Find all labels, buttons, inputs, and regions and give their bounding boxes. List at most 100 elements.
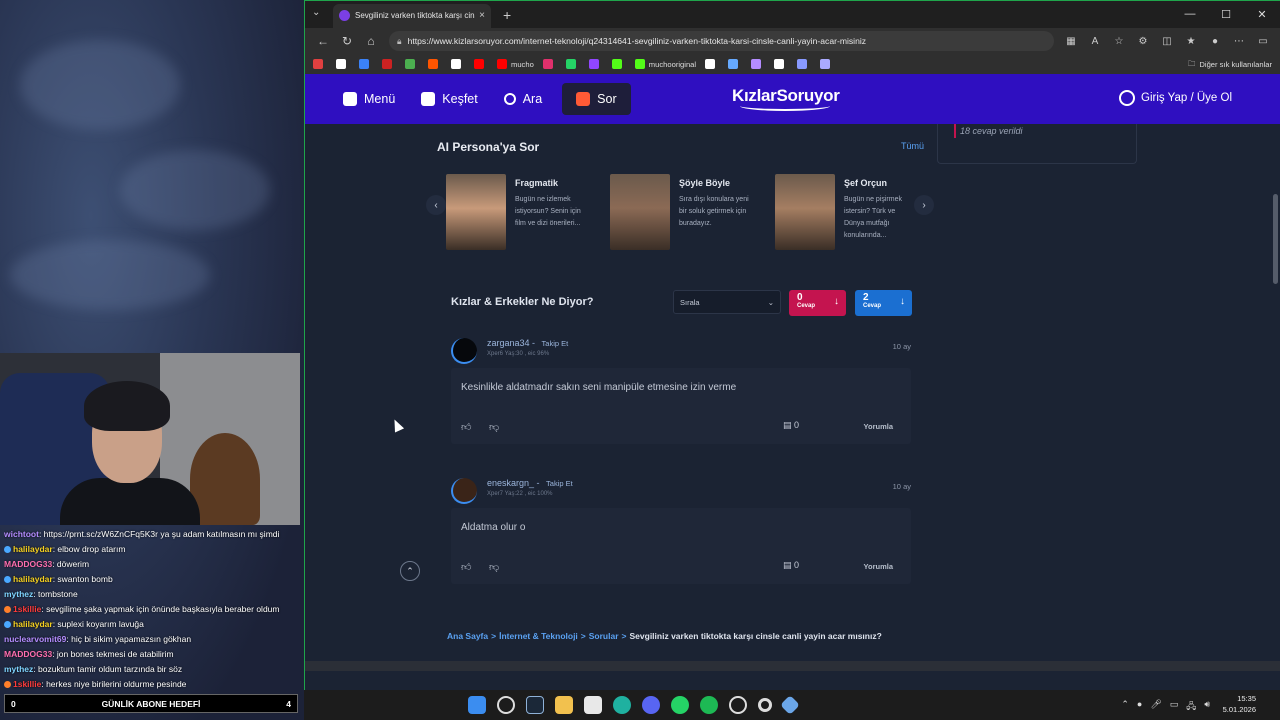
whatsapp-icon[interactable]	[671, 696, 689, 714]
scroll-to-top-icon[interactable]: ⌃	[400, 561, 420, 581]
tab-actions-icon[interactable]: ⌄	[312, 7, 320, 18]
taskbar-clock[interactable]: 15:35 5.01.2026	[1223, 693, 1256, 715]
store-icon[interactable]	[584, 696, 602, 714]
bookmark-item[interactable]	[705, 59, 719, 69]
bookmark-item[interactable]	[751, 59, 765, 69]
search-button[interactable]: Ara	[503, 92, 542, 106]
bookmark-item[interactable]	[797, 59, 811, 69]
minimize-icon[interactable]: —	[1172, 1, 1208, 27]
reply-button[interactable]: Yorumla	[864, 422, 893, 431]
follow-link[interactable]: Takip Et	[546, 479, 573, 488]
file-explorer-icon[interactable]	[555, 696, 573, 714]
bookmark-item[interactable]	[336, 59, 350, 69]
comment-count[interactable]: ▤ 0	[783, 420, 799, 431]
ask-button[interactable]: Sor	[562, 83, 631, 115]
profile-icon[interactable]: ●	[1204, 36, 1226, 47]
stream-chat: wichtoot: https://prnt.sc/zW6ZnCFq5K3r y…	[0, 525, 300, 693]
tab-close-icon[interactable]: ×	[479, 10, 485, 21]
horizontal-scrollbar[interactable]	[305, 661, 1280, 671]
monitor-icon[interactable]: ▭	[1170, 699, 1179, 715]
app-diamond-icon[interactable]	[780, 695, 800, 715]
comment-count[interactable]: ▤ 0	[783, 560, 799, 571]
tab-active[interactable]: Sevgiliniz varken tiktokta karşı cinsle …	[333, 3, 491, 28]
bookmark-item[interactable]	[359, 59, 373, 69]
close-window-icon[interactable]: ✕	[1244, 1, 1280, 27]
ai-persona-all-link[interactable]: Tümü	[901, 141, 924, 151]
tray-expand-icon[interactable]: ⌃	[1121, 699, 1129, 715]
app-icon[interactable]: ▦	[1060, 36, 1082, 47]
breadcrumb-home[interactable]: Ana Sayfa	[447, 631, 488, 641]
discord-icon[interactable]	[642, 696, 660, 714]
back-icon[interactable]: ←	[311, 34, 335, 48]
url-field[interactable]: 🔒︎ https://www.kizlarsoruyor.com/interne…	[389, 31, 1054, 51]
arrow-down-icon: ↓	[834, 296, 839, 307]
search-icon[interactable]	[497, 696, 515, 714]
explore-icon	[421, 92, 436, 106]
more-menu-icon[interactable]: ⋯	[1228, 36, 1250, 47]
breadcrumb-questions[interactable]: Sorular	[589, 631, 619, 641]
steam-icon[interactable]	[526, 696, 544, 714]
home-icon[interactable]: ⌂	[359, 34, 383, 48]
bookmark-item[interactable]	[728, 59, 742, 69]
carousel-prev-icon[interactable]: ‹	[426, 195, 446, 215]
bookmarks-bar: mucho muchooriginal 🗀 Diğer sık kullanıla…	[305, 54, 1280, 74]
girls-answer-filter[interactable]: 0 Cevap ↓	[789, 290, 846, 316]
follow-link[interactable]: Takip Et	[542, 339, 569, 348]
refresh-icon[interactable]: ↻	[335, 34, 359, 48]
favorites-icon[interactable]: ★	[1180, 36, 1202, 47]
toolbar-actions: ▦ A ☆ ⚙ ◫ ★ ● ⋯ ▭	[1060, 36, 1274, 47]
bookmark-item[interactable]	[405, 59, 419, 69]
bookmark-item[interactable]	[588, 59, 603, 69]
spotify-icon[interactable]	[700, 696, 718, 714]
bookmark-item[interactable]: muchooriginal	[634, 59, 696, 69]
sort-dropdown[interactable]: Sırala ⌄	[673, 290, 781, 314]
edge-icon[interactable]	[613, 696, 631, 714]
site-logo[interactable]: KızlarSoruyor	[732, 86, 840, 111]
split-screen-icon[interactable]: ◫	[1156, 36, 1178, 47]
bookmark-item[interactable]	[451, 59, 465, 69]
volume-icon[interactable]: 🔊︎	[1204, 699, 1210, 715]
bookmark-item[interactable]	[820, 59, 834, 69]
answer-username[interactable]: zargana34 - Takip Et	[487, 338, 568, 348]
avatar[interactable]	[451, 478, 477, 504]
mic-icon[interactable]: 🎤︎	[1150, 699, 1161, 715]
thumbs-down-icon[interactable]: 👎︎	[489, 421, 499, 433]
chat-text: : suplexi koyarım lavuğa	[52, 619, 144, 629]
start-icon[interactable]	[468, 696, 486, 714]
bookmark-item[interactable]	[474, 59, 488, 69]
persona-card[interactable]: Şef Orçun Bugün ne pişirmek istersin? Tü…	[775, 174, 925, 250]
read-aloud-icon[interactable]: A	[1084, 36, 1106, 47]
bookmark-item[interactable]	[313, 59, 327, 69]
thumbs-up-icon[interactable]: 👍︎	[461, 421, 471, 433]
login-button[interactable]: Giriş Yap / Üye Ol	[1119, 90, 1232, 106]
bookmark-item[interactable]	[542, 59, 557, 69]
favorite-star-icon[interactable]: ☆	[1108, 36, 1130, 47]
breadcrumb-category[interactable]: İnternet & Teknoloji	[499, 631, 578, 641]
bookmark-item[interactable]: mucho	[497, 59, 534, 69]
bookmark-item[interactable]	[428, 59, 442, 69]
bookmark-item[interactable]	[611, 59, 626, 69]
bookmark-item[interactable]	[565, 59, 580, 69]
persona-card[interactable]: Şöyle Böyle Sıra dışı konulara yeni bir …	[610, 174, 760, 250]
maximize-icon[interactable]: ☐	[1208, 1, 1244, 27]
new-tab-button[interactable]: +	[503, 7, 511, 23]
thumbs-up-icon[interactable]: 👍︎	[461, 561, 471, 573]
avatar[interactable]	[451, 338, 477, 364]
tray-app-icon[interactable]: ●	[1137, 699, 1142, 715]
answer-username[interactable]: eneskargn_ - Takip Et	[487, 478, 573, 488]
thumbs-down-icon[interactable]: 👎︎	[489, 561, 499, 573]
vertical-scrollbar[interactable]	[1273, 194, 1278, 284]
explore-button[interactable]: Keşfet	[421, 92, 478, 106]
app-ring-icon[interactable]	[758, 698, 772, 712]
extensions-icon[interactable]: ⚙	[1132, 36, 1154, 47]
bookmark-item[interactable]	[774, 59, 788, 69]
menu-button[interactable]: Menü	[343, 92, 395, 106]
guys-answer-filter[interactable]: 2 Cevap ↓	[855, 290, 912, 316]
reply-button[interactable]: Yorumla	[864, 562, 893, 571]
obs-icon[interactable]	[729, 696, 747, 714]
other-bookmarks[interactable]: 🗀 Diğer sık kullanılanlar	[1188, 58, 1272, 71]
network-icon[interactable]: 🖧︎	[1186, 699, 1196, 715]
persona-card[interactable]: Fragmatik Bugün ne izlemek istiyorsun? S…	[446, 174, 596, 250]
sidebar-toggle-icon[interactable]: ▭	[1252, 36, 1274, 47]
bookmark-item[interactable]	[382, 59, 396, 69]
